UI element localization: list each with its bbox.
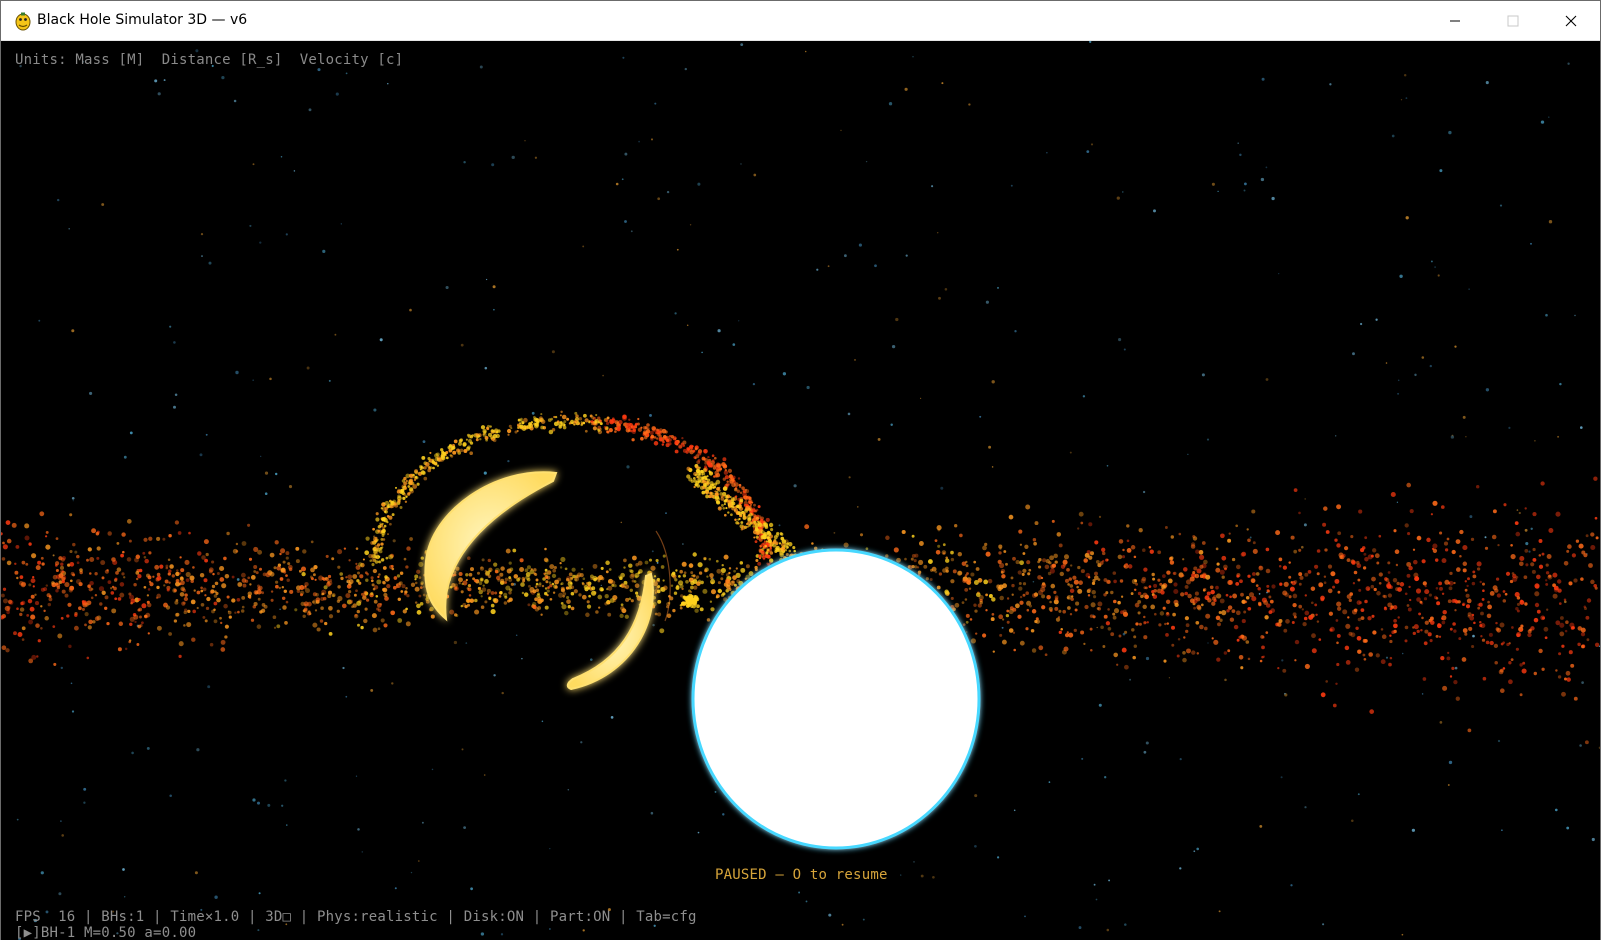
maximize-icon xyxy=(1507,15,1519,27)
simulation-viewport[interactable]: Units: Mass [M] Distance [R_s] Velocity … xyxy=(1,41,1600,940)
minimize-button[interactable] xyxy=(1426,1,1484,41)
app-window: Black Hole Simulator 3D — v6 Units: Mass… xyxy=(0,0,1601,940)
white-star[interactable] xyxy=(691,548,981,850)
maximize-button[interactable] xyxy=(1484,1,1542,41)
black-hole-scene[interactable] xyxy=(1,41,1600,940)
window-title: Black Hole Simulator 3D — v6 xyxy=(37,12,248,28)
black-hole-info: [▶]BH-1 M=0.50 a=0.00 xyxy=(15,925,197,940)
close-button[interactable] xyxy=(1542,1,1600,41)
status-bar: FPS 16 | BHs:1 | Time×1.0 | 3D□ | Phys:r… xyxy=(15,909,697,925)
title-bar[interactable]: Black Hole Simulator 3D — v6 xyxy=(1,1,1600,41)
python-snake-icon xyxy=(15,12,31,31)
units-label: Units: Mass [M] Distance [R_s] Velocity … xyxy=(15,52,404,68)
minimize-icon xyxy=(1450,20,1460,22)
paused-indicator: PAUSED — O to resume xyxy=(715,867,888,883)
close-icon xyxy=(1565,15,1577,27)
